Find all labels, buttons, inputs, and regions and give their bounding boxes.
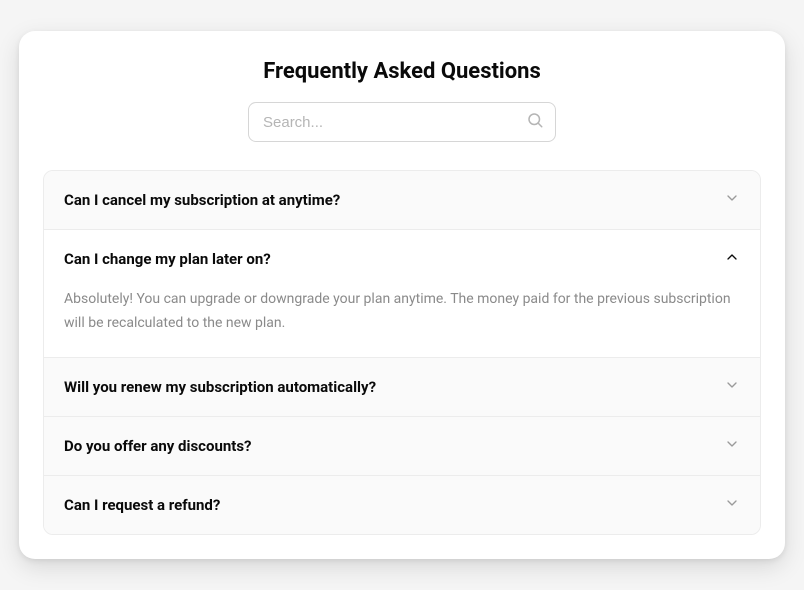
faq-item: Can I cancel my subscription at anytime? [44,171,760,230]
faq-item-header[interactable]: Can I change my plan later on? [44,230,760,288]
faq-item-body: Absolutely! You can upgrade or downgrade… [44,288,760,356]
faq-answer: Absolutely! You can upgrade or downgrade… [64,288,740,334]
chevron-up-icon [724,249,740,269]
search-box [248,102,556,142]
chevron-down-icon [724,436,740,456]
faq-question: Will you renew my subscription automatic… [64,378,376,396]
chevron-down-icon [724,190,740,210]
faq-accordion: Can I cancel my subscription at anytime?… [43,170,761,534]
faq-item-header[interactable]: Will you renew my subscription automatic… [44,358,760,416]
faq-question: Can I cancel my subscription at anytime? [64,191,340,209]
faq-question: Can I request a refund? [64,496,220,514]
chevron-down-icon [724,495,740,515]
page-title: Frequently Asked Questions [43,59,761,84]
faq-question: Can I change my plan later on? [64,250,271,268]
faq-item-header[interactable]: Can I request a refund? [44,476,760,534]
faq-item: Can I change my plan later on? Absolutel… [44,230,760,357]
chevron-down-icon [724,377,740,397]
faq-question: Do you offer any discounts? [64,437,252,455]
faq-card: Frequently Asked Questions Can I cancel … [19,31,785,558]
faq-item-header[interactable]: Do you offer any discounts? [44,417,760,475]
faq-item-header[interactable]: Can I cancel my subscription at anytime? [44,171,760,229]
faq-item: Will you renew my subscription automatic… [44,358,760,417]
faq-item: Can I request a refund? [44,476,760,534]
search-input[interactable] [248,102,556,142]
search-container [43,102,761,142]
faq-item: Do you offer any discounts? [44,417,760,476]
